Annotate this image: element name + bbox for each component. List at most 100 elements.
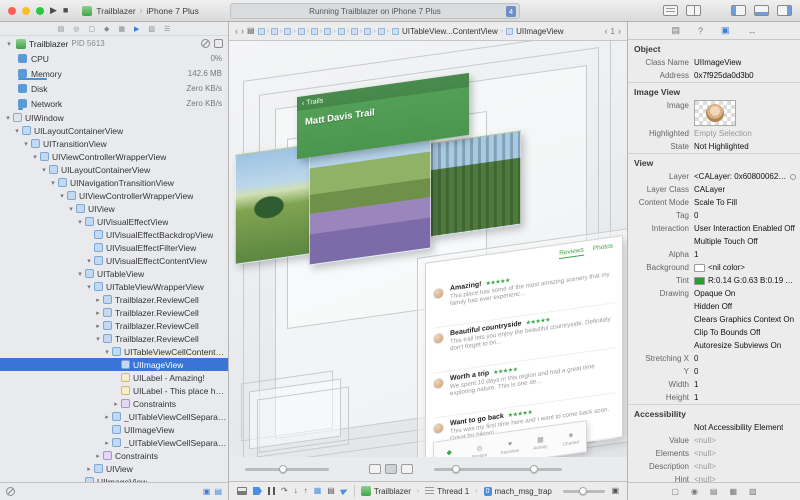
wireframe-layer[interactable] [257,387,349,457]
crumb-icon[interactable] [258,28,265,35]
disclosure-triangle[interactable]: ▸ [85,465,93,473]
test-navigator-icon[interactable]: ▦ [118,25,125,33]
tree-row[interactable]: ▾UINavigationTransitionView [0,176,228,189]
disclosure-triangle[interactable]: ▾ [22,140,30,148]
tree-row[interactable]: ▸_UITableViewCellSeparatorV... [0,410,228,423]
disclosure-triangle[interactable]: ▾ [49,179,57,187]
tree-row[interactable]: ▾UIViewControllerWrapperView [0,189,228,202]
related-items-icon[interactable]: ▤ [247,27,255,35]
size-inspector-icon[interactable]: ↔ [748,26,757,36]
object-library-icon[interactable]: ▤ [710,487,718,496]
tree-row[interactable]: ▾Trailblazer.ReviewCell [0,332,228,345]
crumb-icon[interactable] [271,28,278,35]
file-inspector-icon[interactable]: ▤ [671,25,680,36]
hide-debug-area-icon[interactable] [237,487,247,495]
tree-row[interactable]: ▾UILayoutContainerView [0,163,228,176]
crumb-icon[interactable] [378,28,385,35]
issue-navigator-icon[interactable]: ◆ [104,25,109,33]
disclosure-triangle[interactable]: ▾ [103,348,111,356]
show-constraints-icon[interactable]: ▤ [214,487,222,496]
disclosure-triangle[interactable]: ▸ [94,309,102,317]
tree-row[interactable]: ▸Trailblazer.ReviewCell [0,306,228,319]
disclosure-triangle[interactable]: ▾ [31,153,39,161]
minimize-window-button[interactable] [22,7,30,15]
color-well[interactable] [694,264,705,272]
tree-row[interactable]: ▾UIView [0,202,228,215]
process-row[interactable]: ▾ Trailblazer PID 5613 [0,36,228,51]
disclosure-triangle[interactable]: ▸ [94,452,102,460]
forward-button[interactable]: › [241,26,244,36]
crumb-icon[interactable] [351,28,358,35]
image-thumbnail[interactable] [694,100,736,126]
run-button[interactable]: ▶ [50,6,57,15]
disclosure-triangle[interactable]: ▸ [103,439,111,447]
issues-badge[interactable]: 4 [506,6,516,17]
crumb-icon[interactable] [284,28,291,35]
next-item-button[interactable]: › [618,26,621,36]
range-slider[interactable] [434,468,562,471]
tree-row[interactable]: UIImageView [0,358,228,371]
project-navigator-icon[interactable]: ▤ [58,25,65,33]
step-into-icon[interactable]: ↓ [294,487,298,495]
gauge-row-memory[interactable]: Memory142.6 MB [0,66,228,81]
tree-row[interactable]: ▸Constraints [0,397,228,410]
breakpoints-toggle-icon[interactable] [253,487,262,495]
tree-row[interactable]: UIImageView [0,423,228,436]
tree-row[interactable]: ▾UIViewControllerWrapperView [0,150,228,163]
tree-row[interactable]: UIVisualEffectFilterView [0,241,228,254]
disclosure-triangle[interactable]: ▾ [4,114,12,122]
disclosure-triangle[interactable]: ▾ [76,270,84,278]
disclosure-triangle[interactable]: ▾ [85,257,93,265]
pause-process-icon[interactable] [201,39,210,48]
breakpoint-navigator-icon[interactable]: ▧ [148,25,155,33]
stack-depth-slider[interactable] [563,490,605,493]
tree-row[interactable]: ▸Trailblazer.ReviewCell [0,293,228,306]
filter-icon[interactable] [6,487,15,496]
code-snippet-library-icon[interactable]: ◉ [691,487,698,496]
process-crumb[interactable]: Trailblazer [361,486,411,496]
tree-row[interactable]: ▾UIVisualEffectView [0,215,228,228]
tree-row[interactable]: ▸_UITableViewCellSeparatorVi... [0,436,228,449]
disclosure-triangle[interactable]: ▾ [67,205,75,213]
report-navigator-icon[interactable]: ☰ [164,25,170,33]
view-mode-wireframe-contents-button[interactable] [385,464,397,474]
reviews-panel-layer[interactable]: Reviews Photos Amazing!★★★★★This place h… [425,235,623,457]
tree-row[interactable]: ▾UITableView [0,267,228,280]
debug-view-hierarchy-icon[interactable]: ▦ [314,487,322,495]
gauge-row-disk[interactable]: DiskZero KB/s [0,81,228,96]
debug-memory-graph-icon[interactable]: ▤ [327,487,335,495]
object-inspector-icon[interactable]: ▣ [721,25,730,36]
step-over-icon[interactable]: ↷ [281,487,288,495]
view-mode-wireframe-button[interactable] [401,464,413,474]
tree-row[interactable]: UIImageView [0,475,228,482]
toggle-navigator-button[interactable] [731,5,746,16]
crumb-icon[interactable] [324,28,331,35]
tree-row[interactable]: UILabel - Amazing! [0,371,228,384]
disclosure-triangle[interactable]: ▸ [94,296,102,304]
spacing-slider[interactable] [245,468,329,471]
disclosure-triangle[interactable]: ▾ [40,166,48,174]
photo-layer-forest[interactable] [429,131,521,238]
simulate-location-icon[interactable] [340,487,349,495]
scheme-selector[interactable]: Trailblazer › iPhone 7 Plus [82,6,199,16]
disclosure-triangle[interactable]: ▾ [94,335,102,343]
pause-execution-icon[interactable] [268,487,275,495]
step-out-icon[interactable]: ↑ [304,487,308,495]
standard-editor-button[interactable] [663,5,678,16]
crumb-icon[interactable] [311,28,318,35]
disclosure-triangle[interactable]: ▾ [13,127,21,135]
file-template-library-icon[interactable]: ▢ [671,487,679,496]
view-mode-contents-button[interactable] [369,464,381,474]
tree-row[interactable]: UIVisualEffectBackdropView [0,228,228,241]
show-views-with-issues-icon[interactable]: ▣ [203,487,211,496]
previous-item-button[interactable]: ‹ [605,26,608,36]
tree-row[interactable]: ▾UILayoutContainerView [0,124,228,137]
jumpbar-current-crumb[interactable]: UIImageView [516,27,563,36]
disclosure-triangle[interactable]: ▾ [85,283,93,291]
tree-row[interactable]: ▾UITableViewWrapperView [0,280,228,293]
disclosure-triangle[interactable]: ▸ [94,322,102,330]
disclosure-triangle[interactable]: ▸ [112,400,120,408]
tree-row[interactable]: ▾UIWindow [0,111,228,124]
toggle-debug-area-button[interactable] [754,5,769,16]
color-library-icon[interactable]: ▧ [749,487,757,496]
